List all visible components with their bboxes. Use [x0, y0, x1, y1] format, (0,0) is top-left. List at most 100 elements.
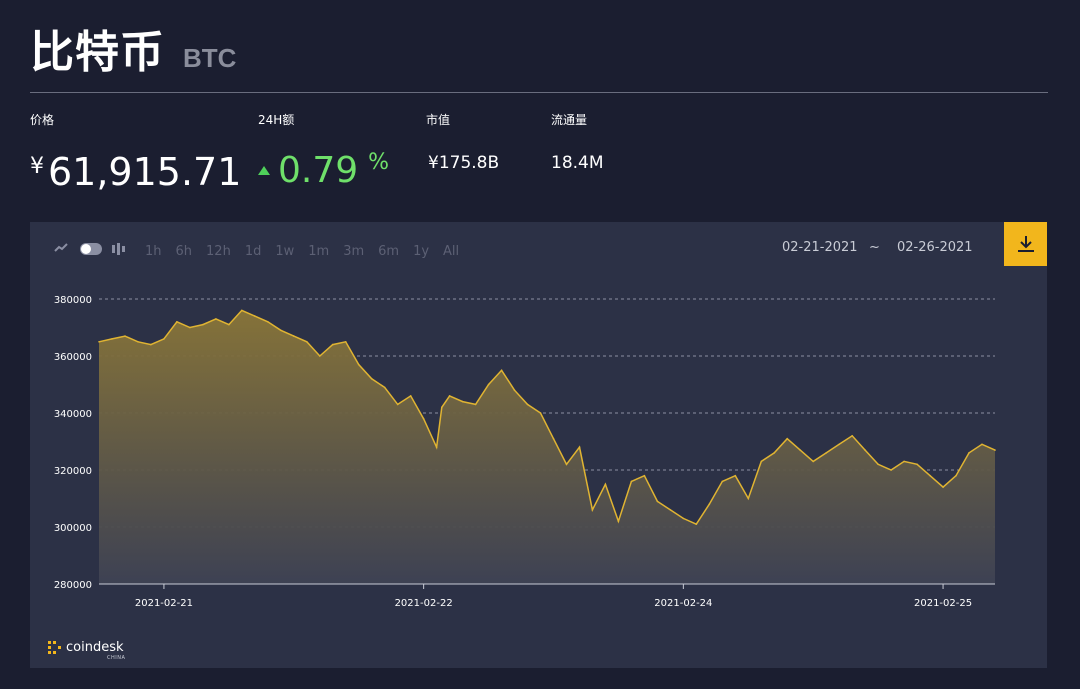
price-point — [539, 412, 542, 414]
price-point — [630, 480, 633, 483]
price-point — [448, 395, 451, 397]
change-label: 24H额 — [258, 113, 295, 127]
supply-value: 18.4M — [551, 153, 604, 173]
price-point — [565, 463, 568, 466]
price-point — [734, 474, 737, 477]
price-point — [331, 343, 334, 346]
price-point — [396, 403, 399, 406]
price-point — [319, 355, 321, 357]
price-point — [942, 486, 944, 488]
price-point — [487, 383, 490, 386]
market-cap-value: ¥175.8B — [428, 153, 500, 173]
price-point — [981, 443, 983, 446]
range-button-1y[interactable]: 1y — [413, 244, 429, 259]
up-triangle-icon — [258, 166, 270, 175]
price-point — [591, 509, 594, 511]
price-point — [656, 500, 659, 503]
price-point — [578, 446, 581, 448]
range-button-group: 1h 6h 12h 1d 1w 1m 3m 6m 1y All — [145, 240, 473, 259]
download-button[interactable] — [1004, 222, 1047, 266]
market-cap-label: 市值 — [426, 113, 451, 127]
price-point — [890, 469, 892, 471]
range-button-1d[interactable]: 1d — [245, 244, 262, 259]
price-point — [968, 452, 970, 454]
range-button-1h[interactable]: 1h — [145, 244, 162, 259]
range-button-3m[interactable]: 3m — [343, 244, 364, 259]
price-point — [617, 520, 620, 523]
header-divider — [30, 92, 1048, 93]
price-point — [513, 389, 516, 391]
price-chart[interactable]: 380000 360000 340000 320000 300000 280000 2021… — [30, 282, 1047, 682]
price-point — [98, 341, 100, 343]
price-point — [994, 449, 996, 451]
price-point — [825, 452, 827, 454]
price-point — [500, 369, 503, 372]
price-point — [189, 326, 191, 329]
line-chart-icon[interactable] — [54, 242, 68, 257]
price-point — [228, 323, 230, 326]
price-point — [357, 363, 360, 366]
price-point — [370, 378, 373, 380]
price-value: ¥61,915.71 — [30, 150, 241, 194]
price-point — [695, 523, 698, 525]
price-label: 价格 — [30, 113, 55, 127]
price-point — [864, 449, 866, 451]
brand-sub: CHINA — [107, 655, 126, 661]
price-point — [254, 315, 256, 317]
price-point — [877, 463, 879, 466]
price-point — [124, 335, 126, 337]
price-point — [903, 460, 905, 463]
price-point — [306, 341, 308, 343]
price-number: 61,915.71 — [48, 150, 242, 194]
x-tick-label: 2021-02-21 — [135, 598, 193, 609]
price-area — [99, 310, 995, 584]
price-point — [202, 323, 204, 326]
chart-panel: 1h 6h 12h 1d 1w 1m 3m 6m 1y All 02-21-2021 ~ 02-2… — [30, 222, 1047, 668]
price-point — [929, 474, 931, 477]
price-point — [215, 318, 217, 320]
change-value: 0.79 % — [258, 150, 389, 191]
y-tick-label: 280000 — [54, 580, 92, 591]
x-tick-label: 2021-02-22 — [395, 598, 453, 609]
candlestick-icon[interactable] — [112, 243, 125, 255]
price-point — [604, 483, 607, 486]
range-button-6m[interactable]: 6m — [378, 244, 399, 259]
price-point — [916, 463, 918, 466]
change-number: 0.79 — [278, 150, 359, 191]
price-point — [409, 395, 412, 397]
chart-toolbar: 1h 6h 12h 1d 1w 1m 3m 6m 1y All — [54, 238, 473, 260]
range-button-1w[interactable]: 1w — [275, 244, 294, 259]
range-button-6h[interactable]: 6h — [176, 244, 193, 259]
price-point — [682, 517, 685, 520]
price-point — [786, 437, 788, 440]
price-point — [344, 341, 347, 343]
price-point — [267, 321, 269, 323]
price-point — [176, 321, 178, 323]
price-point — [293, 335, 295, 337]
price-point — [383, 386, 386, 389]
x-tick-label: 2021-02-25 — [914, 598, 972, 609]
price-point — [552, 437, 555, 440]
price-point — [422, 417, 425, 420]
range-button-all[interactable]: All — [443, 244, 459, 259]
price-point — [137, 341, 139, 343]
price-point — [838, 443, 840, 446]
price-point — [526, 403, 529, 406]
price-point — [812, 460, 814, 463]
date-to[interactable]: 02-26-2021 — [897, 240, 973, 255]
price-point — [760, 460, 763, 463]
brand-logo: coindesk CHINA — [48, 640, 125, 661]
chart-type-toggle[interactable] — [80, 243, 102, 255]
y-tick-label: 360000 — [54, 352, 92, 363]
price-point — [851, 435, 853, 437]
price-point — [435, 446, 438, 448]
y-tick-label: 320000 — [54, 466, 92, 477]
range-button-12h[interactable]: 12h — [206, 244, 231, 259]
price-point — [708, 503, 711, 505]
price-point — [241, 309, 243, 312]
price-point — [955, 474, 957, 477]
price-point — [721, 480, 724, 483]
date-from[interactable]: 02-21-2021 — [782, 240, 858, 255]
change-unit: % — [368, 150, 390, 175]
range-button-1m[interactable]: 1m — [308, 244, 329, 259]
